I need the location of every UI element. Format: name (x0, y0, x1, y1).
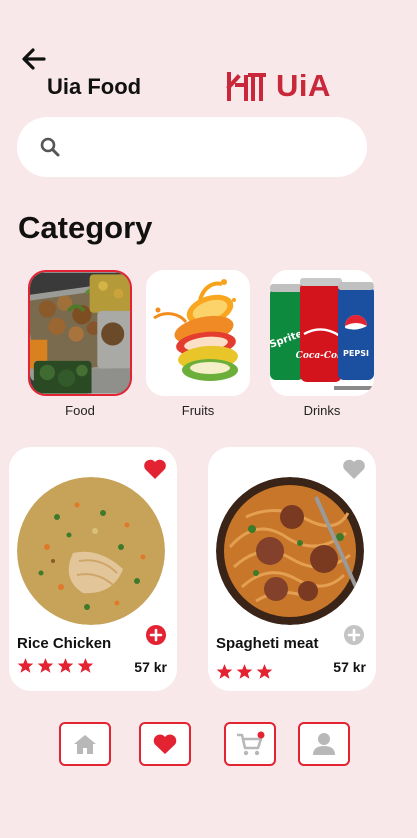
nav-profile-button[interactable] (298, 722, 350, 766)
profile-icon (313, 733, 335, 755)
favorite-button[interactable] (341, 457, 367, 481)
cart-badge (257, 731, 265, 739)
star-icon (236, 664, 253, 679)
home-icon (74, 735, 96, 754)
category-label: Drinks (303, 403, 341, 418)
product-name: Spagheti meat (216, 635, 319, 652)
star-icon (77, 658, 94, 673)
soda-cans-image: Sprite Coca-Cola PEPSI (270, 270, 374, 396)
cart-icon (237, 731, 265, 756)
product-card-spaghetti-meat[interactable]: Spagheti meat 57 kr (208, 447, 376, 691)
product-price: 57 kr (333, 659, 366, 675)
food-tray-image (28, 270, 132, 396)
fruit-splash-image (146, 270, 250, 396)
star-icon (216, 664, 233, 679)
star-icon (57, 658, 74, 673)
heart-icon (153, 734, 177, 754)
plus-circle-icon (146, 625, 166, 645)
search-bar[interactable] (17, 117, 367, 177)
uia-logo-mark (226, 72, 266, 101)
add-to-cart-button[interactable] (344, 625, 364, 645)
uia-logo: UiA (226, 68, 331, 104)
product-price: 57 kr (134, 659, 167, 675)
heart-filled-icon (144, 459, 166, 479)
product-card-rice-chicken[interactable]: Rice Chicken 57 kr (9, 447, 177, 691)
add-to-cart-button[interactable] (146, 625, 166, 645)
category-drinks[interactable]: Sprite Coca-Cola PEPSI Drinks (270, 270, 374, 418)
plus-circle-icon (344, 625, 364, 645)
rating-stars (17, 657, 94, 674)
category-label: Food (65, 403, 95, 418)
pepsi-brand-text: PEPSI (343, 349, 369, 358)
search-icon (40, 137, 60, 157)
back-button[interactable] (20, 46, 48, 72)
nav-cart-button[interactable] (224, 722, 276, 766)
heart-outline-icon (343, 459, 365, 479)
star-icon (256, 664, 273, 679)
category-food[interactable]: Food (28, 270, 132, 418)
star-icon (37, 658, 54, 673)
nav-favorites-button[interactable] (139, 722, 191, 766)
rice-chicken-photo (17, 477, 165, 625)
star-icon (17, 658, 34, 673)
category-fruits[interactable]: Fruits (146, 270, 250, 418)
search-input[interactable] (73, 138, 343, 156)
logo-text: UiA (276, 68, 331, 103)
product-name: Rice Chicken (17, 635, 112, 652)
spaghetti-meatballs-photo (216, 477, 364, 625)
nav-home-button[interactable] (59, 722, 111, 766)
arrow-left-icon (22, 48, 46, 70)
rating-stars (216, 663, 273, 680)
app-title: Uia Food (47, 74, 142, 99)
favorite-button[interactable] (142, 457, 168, 481)
category-label: Fruits (181, 403, 215, 418)
app-screen: Uia Food UiA Category Food Fruits Sprite… (0, 0, 417, 838)
category-title: Category (18, 210, 153, 245)
